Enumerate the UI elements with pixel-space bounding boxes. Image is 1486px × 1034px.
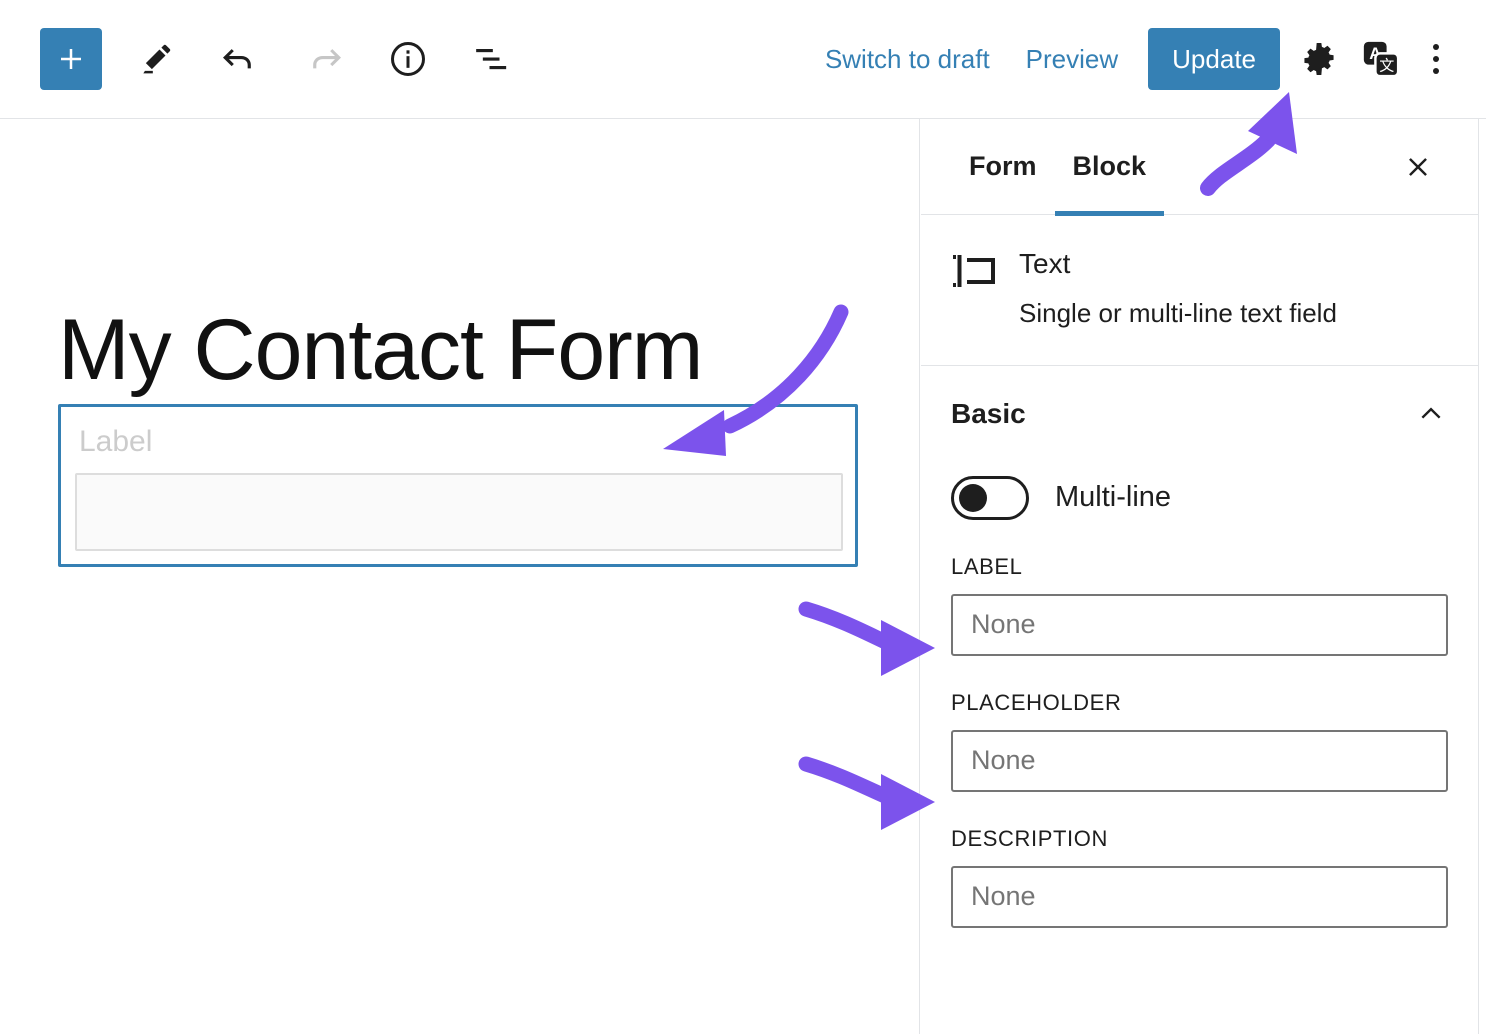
placeholder-input[interactable] (951, 729, 1448, 792)
editor-toolbar: Switch to draft Preview Update A 文 (0, 0, 1486, 119)
tab-form[interactable]: Form (951, 119, 1055, 215)
sidebar-tabs: Form Block (921, 119, 1478, 216)
multiline-toggle-label: Multi-line (1055, 481, 1172, 514)
pencil-icon (143, 44, 171, 74)
kebab-dot (1433, 68, 1439, 74)
toolbar-right-group: Switch to draft Preview Update A 文 (807, 0, 1460, 118)
toggle-knob (959, 483, 987, 512)
editor-screen: Switch to draft Preview Update A 文 My Co… (0, 0, 1486, 1034)
description-field-group: DESCRIPTION (951, 826, 1448, 928)
gear-icon (1304, 43, 1334, 75)
description-field-caption: DESCRIPTION (951, 825, 1108, 851)
translate-button[interactable]: A 文 (1350, 28, 1412, 90)
block-description: Single or multi-line text field (1019, 297, 1337, 328)
block-title: Text (1019, 248, 1071, 279)
undo-arrow-icon (223, 49, 251, 69)
close-icon (1409, 157, 1427, 176)
page-title[interactable]: My Contact Form (58, 307, 703, 393)
plus-icon (61, 49, 81, 69)
more-options-button[interactable] (1412, 28, 1460, 90)
kebab-dot (1433, 44, 1439, 50)
kebab-dot (1433, 56, 1439, 62)
description-input[interactable] (951, 865, 1448, 928)
undo-button[interactable] (210, 29, 270, 89)
placeholder-field-caption: PLACEHOLDER (951, 689, 1122, 715)
settings-sidebar: Form Block Text Single or multi-line tex… (921, 119, 1479, 1034)
placeholder-field-group: PLACEHOLDER (951, 690, 1448, 792)
label-field-group: LABEL (951, 554, 1448, 656)
add-block-button[interactable] (40, 28, 102, 90)
multiline-toggle-row: Multi-line (951, 475, 1448, 520)
basic-section-header[interactable]: Basic (951, 366, 1448, 462)
list-view-icon (476, 49, 507, 70)
block-text-input[interactable] (75, 473, 843, 551)
tab-block[interactable]: Block (1054, 119, 1165, 216)
translate-icon: A 文 (1363, 41, 1400, 78)
document-info-button[interactable] (378, 29, 438, 89)
block-label-placeholder[interactable]: Label (79, 425, 152, 459)
chevron-up-icon[interactable] (1414, 397, 1448, 431)
update-button[interactable]: Update (1148, 28, 1280, 90)
switch-to-draft-button[interactable]: Switch to draft (807, 44, 1008, 75)
block-icon-wrapper (951, 249, 997, 329)
preview-button[interactable]: Preview (1008, 44, 1136, 75)
settings-button[interactable] (1288, 28, 1350, 90)
redo-arrow-icon (313, 49, 341, 69)
block-info-text: Text Single or multi-line text field (1019, 248, 1337, 329)
section-title: Basic (951, 397, 1026, 429)
tools-button[interactable] (126, 29, 186, 89)
selected-text-field-block[interactable]: Label (58, 404, 858, 567)
redo-button[interactable] (294, 29, 354, 89)
label-input[interactable] (951, 593, 1448, 656)
text-field-icon (953, 255, 995, 287)
list-view-button[interactable] (462, 29, 522, 89)
svg-text:文: 文 (1379, 57, 1394, 75)
block-info-card: Text Single or multi-line text field (921, 215, 1478, 366)
label-field-caption: LABEL (951, 553, 1023, 579)
multiline-toggle[interactable] (951, 475, 1029, 520)
info-circle-icon (390, 41, 426, 77)
editor-canvas: My Contact Form Label (0, 119, 920, 1034)
basic-settings-panel: Basic Multi-line LABEL PLACEHOLDER (921, 366, 1478, 928)
close-sidebar-button[interactable] (1396, 145, 1440, 189)
toolbar-left-group (40, 0, 522, 118)
